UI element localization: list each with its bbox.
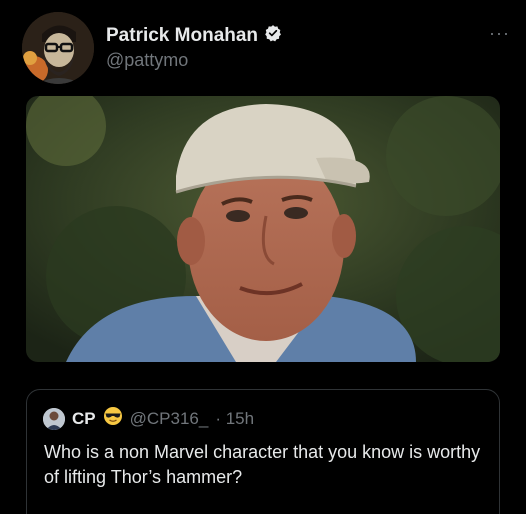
more-options-icon[interactable]: ··· [489,24,510,42]
quoted-author-avatar[interactable] [43,407,65,430]
avatar-illustration-icon [22,12,94,84]
tweet-image[interactable] [26,96,500,362]
quoted-tweet-header: CP @CP316_ · 15h [43,406,254,431]
quoted-timestamp[interactable]: · 15h [215,409,254,429]
person-avatar-icon [43,407,65,430]
author-name-row[interactable]: Patrick Monahan [106,24,282,47]
author-handle[interactable]: @pattymo [106,50,188,71]
verified-badge-icon [264,24,282,47]
photo-of-man-in-cap-icon [26,96,500,362]
author-avatar[interactable] [22,12,94,84]
author-name[interactable]: Patrick Monahan [106,25,258,47]
sunglasses-emoji-icon [103,406,123,431]
quoted-author-handle[interactable]: @CP316_ [130,409,209,429]
quoted-tweet-text: Who is a non Marvel character that you k… [44,442,481,487]
quoted-tweet[interactable]: CP @CP316_ · 15h Who is a non Marvel cha… [26,389,500,514]
quoted-author-name[interactable]: CP [72,409,96,429]
